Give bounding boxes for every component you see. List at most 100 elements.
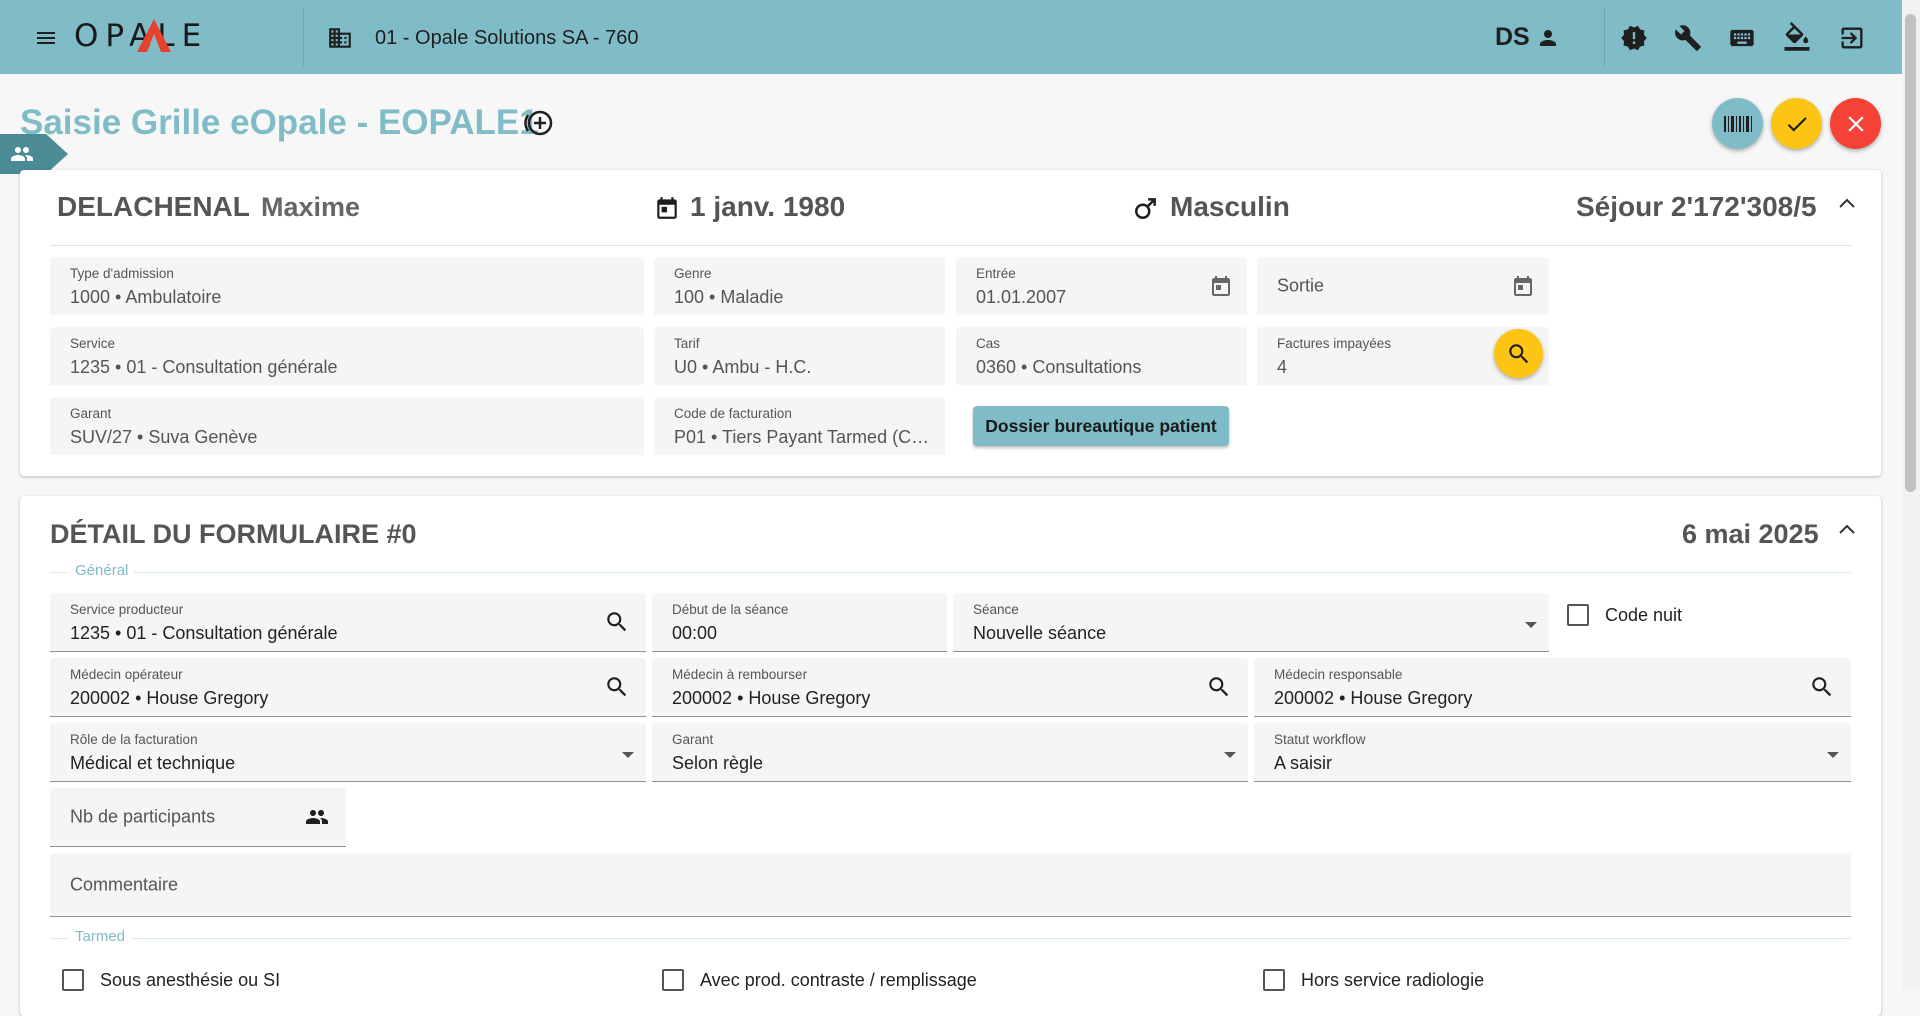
field-label: Médecin opérateur <box>70 667 183 682</box>
field-label: Genre <box>674 266 712 281</box>
divider <box>50 245 1851 246</box>
cas-field[interactable]: Cas 0360 • Consultations <box>956 327 1247 385</box>
chevron-up-icon[interactable] <box>1837 195 1857 211</box>
statut-workflow-select[interactable]: Statut workflow A saisir <box>1254 723 1851 782</box>
chevron-down-icon[interactable] <box>1827 752 1839 758</box>
people-icon <box>302 805 332 829</box>
medecin-rembourser-field[interactable]: Médecin à rembourser 200002 • House Greg… <box>652 658 1248 717</box>
code-nuit-checkbox[interactable] <box>1567 604 1589 626</box>
birth-date: 1 janv. 1980 <box>690 191 846 222</box>
paint-bucket-icon[interactable] <box>1782 22 1812 52</box>
search-icon[interactable] <box>1206 674 1232 700</box>
admission-type-field[interactable]: Type d'admission 1000 • Ambulatoire <box>50 257 644 315</box>
hors-service-radiologie-checkbox[interactable] <box>1263 969 1285 991</box>
field-value: 00:00 <box>672 623 718 643</box>
field-value: Médical et technique <box>70 753 236 773</box>
billing-code-field[interactable]: Code de facturation P01 • Tiers Payant T… <box>654 397 945 455</box>
field-value: SUV/27 • Suva Genève <box>70 427 258 447</box>
search-icon[interactable] <box>604 674 630 700</box>
calendar-icon[interactable] <box>1209 274 1233 298</box>
garant-field[interactable]: Garant SUV/27 • Suva Genève <box>50 397 644 455</box>
chevron-down-icon[interactable] <box>1224 752 1236 758</box>
male-icon <box>1133 195 1159 221</box>
field-label: Garant <box>70 406 112 421</box>
field-label: Début de la séance <box>672 602 789 617</box>
building-icon <box>327 25 353 51</box>
search-icon[interactable] <box>1809 674 1835 700</box>
field-value: 200002 • House Gregory <box>1274 688 1473 708</box>
entry-date-field[interactable]: Entrée 01.01.2007 <box>956 257 1247 315</box>
genre-field[interactable]: Genre 100 • Maladie <box>654 257 945 315</box>
tarmed-option-label: Sous anesthésie ou SI <box>100 970 281 990</box>
sous-anesthesie-checkbox[interactable] <box>62 969 84 991</box>
field-label: Médecin à rembourser <box>672 667 808 682</box>
medecin-responsable-field[interactable]: Médecin responsable 200002 • House Grego… <box>1254 658 1851 717</box>
seance-select[interactable]: Séance Nouvelle séance <box>953 593 1549 652</box>
person-icon[interactable] <box>1536 26 1560 50</box>
wrench-icon[interactable] <box>1674 24 1702 52</box>
service-producteur-field[interactable]: Service producteur 1235 • 01 - Consultat… <box>50 593 646 652</box>
prod-contraste-checkbox[interactable] <box>662 969 684 991</box>
field-value: 01.01.2007 <box>976 287 1067 307</box>
add-circle-icon[interactable] <box>524 109 556 137</box>
field-value: 1000 • Ambulatoire <box>70 287 222 307</box>
section-general-label: Général <box>69 562 135 579</box>
field-value: 200002 • House Gregory <box>672 688 871 708</box>
field-label: Garant <box>672 732 714 747</box>
field-label: Service <box>70 336 116 351</box>
menu-icon[interactable] <box>34 26 58 50</box>
scrollbar-thumb[interactable] <box>1905 14 1916 492</box>
patients-side-tab[interactable] <box>0 134 68 174</box>
service-field[interactable]: Service 1235 • 01 - Consultation général… <box>50 327 644 385</box>
tarmed-option-label: Avec prod. contraste / remplissage <box>700 970 977 990</box>
chevron-down-icon[interactable] <box>1525 622 1537 628</box>
patient-sex: Masculin <box>1170 191 1290 222</box>
field-value: Nouvelle séance <box>973 623 1107 643</box>
unpaid-search-button[interactable] <box>1494 329 1543 378</box>
chevron-up-icon[interactable] <box>1837 521 1857 537</box>
calendar-icon <box>654 194 680 222</box>
opale-logo[interactable]: OPALE <box>74 18 208 54</box>
search-icon[interactable] <box>604 609 630 635</box>
field-label: Commentaire <box>70 874 179 894</box>
keyboard-icon[interactable] <box>1728 24 1756 52</box>
field-label: Statut workflow <box>1274 732 1366 747</box>
commentaire-field[interactable]: Commentaire <box>50 853 1851 917</box>
field-label: Médecin responsable <box>1274 667 1403 682</box>
role-facturation-select[interactable]: Rôle de la facturation Médical et techni… <box>50 723 646 782</box>
field-value: 4 <box>1277 357 1288 377</box>
divider <box>303 8 304 66</box>
field-value: 0360 • Consultations <box>976 357 1142 377</box>
top-app-bar <box>0 0 1902 74</box>
barcode-icon <box>1723 115 1752 132</box>
form-title: DÉTAIL DU FORMULAIRE #0 <box>50 519 417 549</box>
chevron-down-icon[interactable] <box>622 752 634 758</box>
confirm-button[interactable] <box>1771 98 1822 149</box>
form-date: 6 mai 2025 <box>1682 519 1819 549</box>
debut-seance-field[interactable]: Début de la séance 00:00 <box>652 593 947 652</box>
user-initials[interactable]: DS <box>1495 23 1530 51</box>
calendar-icon[interactable] <box>1511 274 1535 298</box>
patient-dossier-button[interactable]: Dossier bureautique patient <box>973 406 1229 446</box>
garant-select[interactable]: Garant Selon règle <box>652 723 1248 782</box>
divider <box>1604 8 1605 66</box>
medecin-operateur-field[interactable]: Médecin opérateur 200002 • House Gregory <box>50 658 646 717</box>
patient-last-name: DELACHENAL <box>57 191 250 222</box>
field-value: A saisir <box>1274 753 1333 773</box>
stay-number: Séjour 2'172'308/5 <box>1576 191 1817 222</box>
barcode-button[interactable] <box>1712 98 1763 149</box>
patient-first-name: Maxime <box>261 192 361 222</box>
search-icon <box>1508 343 1528 363</box>
exit-date-field[interactable]: Sortie <box>1257 257 1549 315</box>
page-title: Saisie Grille eOpale - EOPALE1 <box>20 103 539 142</box>
company-name[interactable]: 01 - Opale Solutions SA - 760 <box>375 26 639 50</box>
field-value: Selon règle <box>672 753 764 773</box>
close-button[interactable] <box>1830 98 1881 149</box>
field-value: 100 • Maladie <box>674 287 784 307</box>
alert-badge-icon[interactable] <box>1620 24 1648 52</box>
nb-participants-field[interactable]: Nb de participants <box>50 788 346 847</box>
field-label: Entrée <box>976 266 1016 281</box>
close-icon <box>1847 115 1864 132</box>
tarif-field[interactable]: Tarif U0 • Ambu - H.C. <box>654 327 945 385</box>
logout-icon[interactable] <box>1838 24 1866 52</box>
